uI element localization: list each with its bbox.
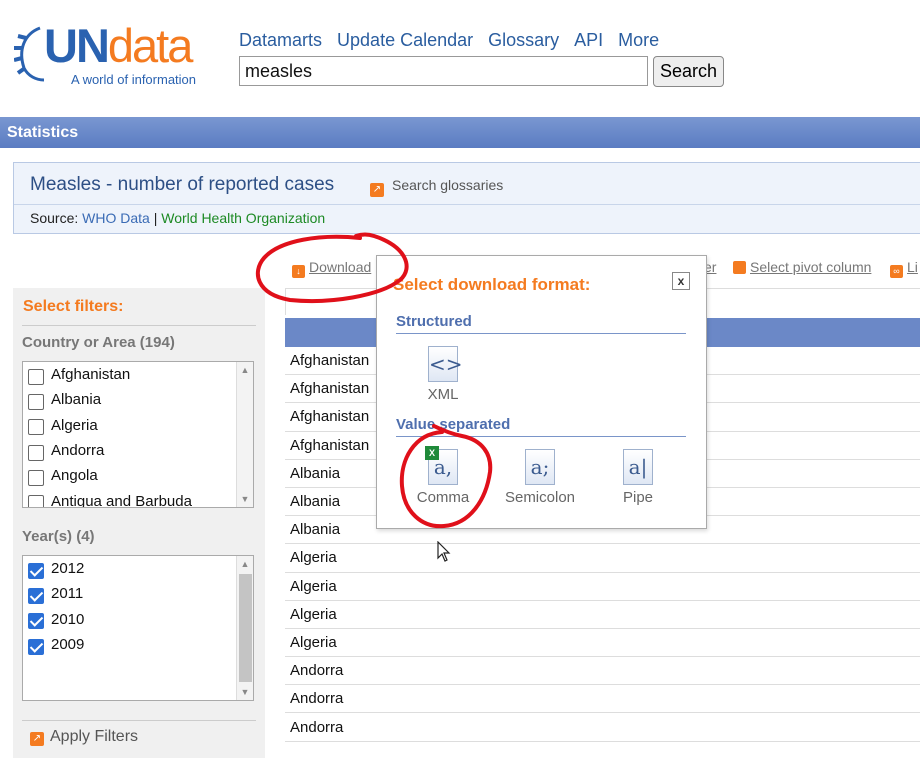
link-button-partial[interactable]: ∞ Li	[890, 259, 918, 278]
divider	[22, 720, 256, 721]
checkbox[interactable]	[28, 495, 44, 507]
table-row: Andorra	[285, 657, 920, 686]
list-item[interactable]: Andorra	[23, 438, 253, 463]
scroll-up-icon[interactable]: ▲	[237, 362, 253, 378]
list-item[interactable]: Albania	[23, 387, 253, 412]
xml-format-button[interactable]: <> XML	[403, 346, 483, 403]
nav-update-calendar[interactable]: Update Calendar	[337, 30, 473, 50]
apply-icon: ↗	[30, 732, 44, 746]
checkbox[interactable]	[28, 469, 44, 486]
year-filter-label: Year(s) (4)	[22, 528, 95, 545]
pipe-format-button[interactable]: a| Pipe	[598, 449, 678, 506]
checkbox[interactable]	[28, 368, 44, 385]
top-nav: Datamarts Update Calendar Glossary API More	[239, 30, 674, 51]
scroll-down-icon[interactable]: ▼	[237, 684, 253, 700]
nav-glossary[interactable]: Glossary	[488, 30, 559, 50]
source-separator: |	[153, 210, 158, 226]
semicolon-format-button[interactable]: a; Semicolon	[500, 449, 580, 506]
pivot-icon	[733, 261, 746, 274]
list-item[interactable]: Algeria	[23, 413, 253, 438]
scroll-thumb[interactable]	[239, 574, 252, 682]
format-label: Comma	[416, 489, 470, 506]
who-link[interactable]: World Health Organization	[161, 210, 325, 226]
semicolon-file-icon: a;	[525, 449, 555, 485]
year-listbox[interactable]: 2012 2011 2010 2009 ▲ ▼	[22, 555, 254, 701]
scroll-up-icon[interactable]: ▲	[237, 556, 253, 572]
download-format-dialog: Select download format: x Structured <> …	[376, 255, 707, 529]
table-row: Algeria	[285, 573, 920, 601]
apply-filters-button[interactable]: ↗ Apply Filters	[30, 728, 138, 746]
checkbox[interactable]	[28, 419, 44, 436]
checkbox[interactable]	[28, 444, 44, 461]
select-pivot-column-button[interactable]: Select pivot column	[733, 259, 871, 275]
who-data-link[interactable]: WHO Data	[82, 210, 150, 226]
source-line: Source: WHO Data | World Health Organiza…	[30, 210, 325, 226]
checkbox[interactable]	[28, 393, 44, 410]
scrollbar[interactable]: ▲ ▼	[236, 362, 253, 507]
laurel-icon	[14, 26, 45, 82]
search-button[interactable]: Search	[653, 56, 724, 87]
list-item[interactable]: Afghanistan	[23, 362, 253, 387]
checkbox[interactable]	[28, 562, 44, 579]
nav-datamarts[interactable]: Datamarts	[239, 30, 322, 50]
logo-wordmark: UNdata	[44, 19, 193, 72]
list-item[interactable]: Angola	[23, 463, 253, 488]
scroll-down-icon[interactable]: ▼	[237, 491, 253, 507]
xml-file-icon: <>	[428, 346, 463, 382]
divider	[14, 204, 920, 205]
divider	[22, 325, 256, 326]
download-icon: ↓	[292, 265, 305, 278]
format-label: Pipe	[622, 489, 654, 506]
filters-panel: Select filters: Country or Area (194) Af…	[13, 288, 265, 758]
list-item[interactable]: Antigua and Barbuda	[23, 488, 253, 507]
dataset-header: Measles - number of reported cases ↗ Sear…	[13, 162, 920, 234]
statistics-bar: Statistics	[0, 117, 920, 148]
scrollbar[interactable]: ▲ ▼	[236, 556, 253, 700]
close-icon[interactable]: x	[672, 272, 690, 290]
download-button[interactable]: ↓ Download	[292, 259, 371, 278]
country-filter-label: Country or Area (194)	[22, 334, 175, 351]
pipe-file-icon: a|	[623, 449, 653, 485]
table-row: Andorra	[285, 713, 920, 742]
list-item[interactable]: 2009	[23, 632, 253, 657]
format-label: Semicolon	[504, 489, 576, 506]
country-listbox[interactable]: Afghanistan Albania Algeria Andorra Ango…	[22, 361, 254, 508]
source-label: Source:	[30, 210, 79, 226]
list-item[interactable]: 2011	[23, 581, 253, 606]
comma-format-button[interactable]: Xa, Comma	[403, 446, 483, 506]
format-label: XML	[427, 386, 459, 403]
table-row: Andorra	[285, 685, 920, 714]
external-link-icon: ↗	[370, 183, 384, 197]
checkbox[interactable]	[28, 638, 44, 655]
search-input[interactable]	[239, 56, 648, 86]
logo-tagline: A world of information	[71, 72, 197, 87]
csv-file-icon: Xa,	[425, 446, 458, 485]
checkbox[interactable]	[28, 613, 44, 630]
nav-more[interactable]: More	[618, 30, 659, 50]
dialog-title: Select download format:	[393, 275, 591, 294]
mouse-cursor-icon	[437, 541, 451, 562]
value-separated-heading: Value separated	[396, 416, 686, 437]
nav-api[interactable]: API	[574, 30, 603, 50]
list-item[interactable]: 2012	[23, 556, 253, 581]
checkbox[interactable]	[28, 587, 44, 604]
search-glossaries-link[interactable]: ↗ Search glossaries	[370, 177, 503, 197]
link-icon: ∞	[890, 265, 903, 278]
table-row: Algeria	[285, 629, 920, 658]
table-row: Algeria	[285, 544, 920, 573]
filters-title: Select filters:	[23, 298, 124, 315]
table-row: Algeria	[285, 601, 920, 629]
structured-heading: Structured	[396, 313, 686, 334]
undata-logo[interactable]: UNdata A world of information	[14, 20, 214, 90]
dataset-title: Measles - number of reported cases	[30, 174, 335, 195]
list-item[interactable]: 2010	[23, 607, 253, 632]
header: UNdata A world of information Datamarts U…	[0, 0, 920, 116]
